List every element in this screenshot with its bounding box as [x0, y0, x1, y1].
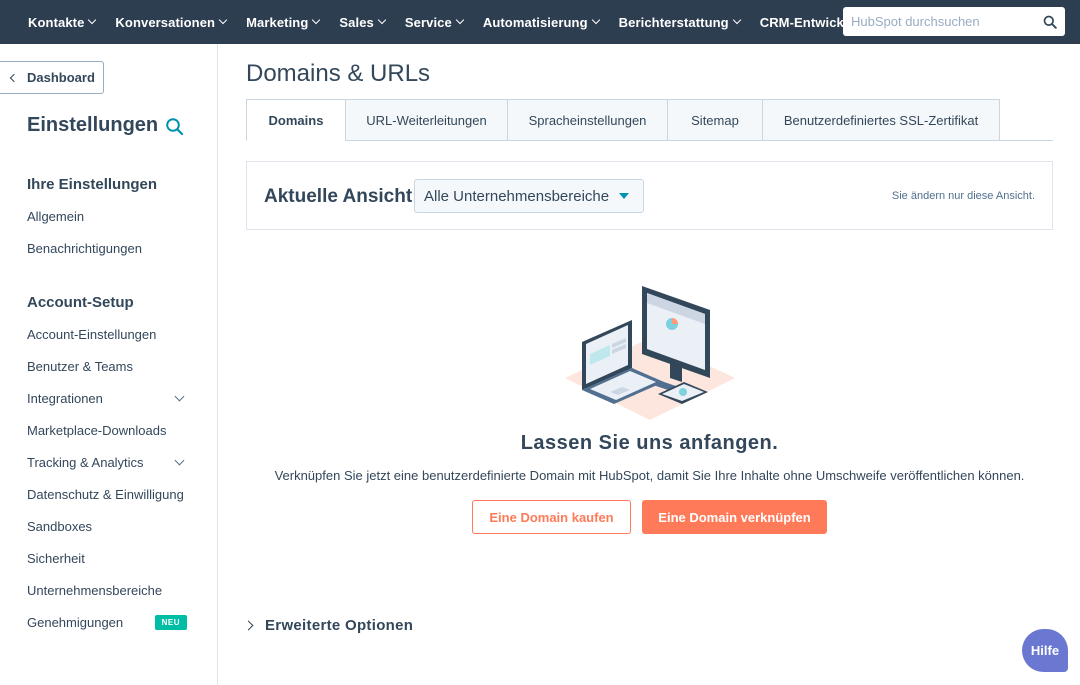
- sidebar-item-label: Sicherheit: [27, 551, 85, 566]
- sidebar-item-integrationen[interactable]: Integrationen: [27, 391, 187, 406]
- chevron-left-icon: [9, 73, 19, 82]
- page-title: Domains & URLs: [246, 60, 431, 87]
- tab-url-weiterleitungen[interactable]: URL-Weiterleitungen: [345, 99, 508, 141]
- caret-down-icon: [619, 193, 629, 199]
- top-navigation: Kontakte Konversationen Marketing Sales …: [0, 0, 1080, 44]
- nav-item-automatisierung[interactable]: Automatisierung: [473, 0, 609, 44]
- sidebar-item-benutzer-teams[interactable]: Benutzer & Teams: [27, 359, 187, 374]
- global-search-input[interactable]: [851, 14, 1043, 29]
- sidebar-item-label: Benachrichtigungen: [27, 241, 142, 256]
- nav-item-konversationen[interactable]: Konversationen: [105, 0, 236, 44]
- nav-label: Service: [404, 14, 452, 30]
- buy-domain-button[interactable]: Eine Domain kaufen: [472, 500, 631, 534]
- nav-item-marketing[interactable]: Marketing: [236, 0, 329, 44]
- new-badge: NEU: [154, 615, 187, 630]
- chevron-down-icon: [455, 15, 465, 25]
- back-label: Dashboard: [27, 70, 95, 85]
- magnifier-icon[interactable]: [1043, 15, 1057, 29]
- back-to-dashboard-button[interactable]: Dashboard: [0, 61, 104, 94]
- chevron-down-icon: [591, 15, 600, 25]
- sidebar-item-label: Account-Einstellungen: [27, 327, 157, 342]
- tab-spracheinstellungen[interactable]: Spracheinstellungen: [507, 99, 668, 141]
- sidebar-item-allgemein[interactable]: Allgemein: [27, 209, 187, 224]
- chevron-down-icon: [377, 15, 387, 25]
- nav-item-kontakte[interactable]: Kontakte: [18, 0, 105, 44]
- nav-label: Sales: [339, 14, 374, 30]
- sidebar-title: Einstellungen: [27, 114, 159, 136]
- sidebar-item-sicherheit[interactable]: Sicherheit: [27, 551, 187, 566]
- nav-label: Kontakte: [28, 14, 85, 30]
- sidebar-item-label: Benutzer & Teams: [27, 359, 133, 374]
- empty-state-text: Verknüpfen Sie jetzt eine benutzerdefini…: [274, 468, 1025, 483]
- section-heading-account-setup: Account-Setup: [27, 294, 134, 311]
- selected-business-unit: Alle Unternehmensbereiche: [424, 187, 610, 205]
- sidebar-item-label: Genehmigungen: [27, 615, 124, 630]
- sidebar-item-unternehmensbereiche[interactable]: Unternehmensbereiche: [27, 583, 187, 598]
- sidebar-item-label: Datenschutz & Einwilligung: [27, 487, 184, 502]
- nav-label: Konversationen: [115, 14, 216, 30]
- tab-bar: Domains URL-Weiterleitungen Spracheinste…: [246, 99, 1053, 141]
- nav-label: Automatisierung: [482, 14, 588, 30]
- current-view-label: Aktuelle Ansicht:: [264, 186, 419, 207]
- global-search: [843, 7, 1065, 36]
- chevron-down-icon: [312, 15, 321, 25]
- section-heading-ihre-einstellungen: Ihre Einstellungen: [27, 176, 158, 193]
- sidebar-item-account-einstellungen[interactable]: Account-Einstellungen: [27, 327, 187, 342]
- sidebar-item-label: Unternehmensbereiche: [27, 583, 163, 598]
- help-button[interactable]: Hilfe: [1022, 629, 1068, 672]
- chevron-down-icon[interactable]: [174, 455, 185, 466]
- sidebar-item-marketplace-downloads[interactable]: Marketplace-Downloads: [27, 423, 187, 438]
- sidebar-item-label: Tracking & Analytics: [27, 455, 144, 470]
- business-unit-select[interactable]: Alle Unternehmensbereiche: [414, 179, 644, 213]
- nav-label: Marketing: [246, 14, 309, 30]
- sidebar-item-benachrichtigungen[interactable]: Benachrichtigungen: [27, 241, 187, 256]
- empty-state-title: Lassen Sie uns anfangen.: [520, 432, 779, 454]
- chevron-down-icon: [88, 15, 97, 25]
- advanced-options-toggle[interactable]: Erweiterte Optionen: [243, 617, 414, 634]
- chevron-right-icon: [243, 620, 254, 631]
- tab-sitemap[interactable]: Sitemap: [667, 99, 763, 141]
- chevron-down-icon: [218, 15, 228, 25]
- sidebar-item-label: Integrationen: [27, 391, 103, 406]
- tab-ssl-zertifikat[interactable]: Benutzerdefiniertes SSL-Zertifikat: [762, 99, 1000, 141]
- nav-item-sales[interactable]: Sales: [329, 0, 394, 44]
- sidebar-item-tracking-analytics[interactable]: Tracking & Analytics: [27, 455, 187, 470]
- chevron-down-icon[interactable]: [174, 391, 185, 402]
- sidebar-item-label: Marketplace-Downloads: [27, 423, 167, 438]
- nav-item-berichterstattung[interactable]: Berichterstattung: [609, 0, 750, 44]
- nav-item-service[interactable]: Service: [395, 0, 473, 44]
- settings-sidebar: Dashboard Einstellungen Ihre Einstellung…: [0, 44, 218, 685]
- sidebar-item-label: Sandboxes: [27, 519, 93, 534]
- sidebar-item-sandboxes[interactable]: Sandboxes: [27, 519, 187, 534]
- sidebar-item-datenschutz[interactable]: Datenschutz & Einwilligung: [27, 487, 187, 502]
- current-view-card: Aktuelle Ansicht: Alle Unternehmensberei…: [246, 161, 1053, 230]
- settings-search-icon[interactable]: [165, 117, 185, 137]
- sidebar-item-label: Allgemein: [27, 209, 85, 224]
- advanced-options-label: Erweiterte Optionen: [265, 617, 414, 634]
- devices-illustration: [565, 286, 735, 420]
- nav-label: Berichterstattung: [618, 14, 729, 30]
- tab-domains[interactable]: Domains: [246, 99, 346, 141]
- sidebar-item-genehmigungen[interactable]: Genehmigungen NEU: [27, 615, 187, 630]
- view-note: Sie ändern nur diese Ansicht.: [891, 190, 1035, 202]
- chevron-down-icon: [732, 15, 741, 25]
- connect-domain-button[interactable]: Eine Domain verknüpfen: [642, 500, 827, 534]
